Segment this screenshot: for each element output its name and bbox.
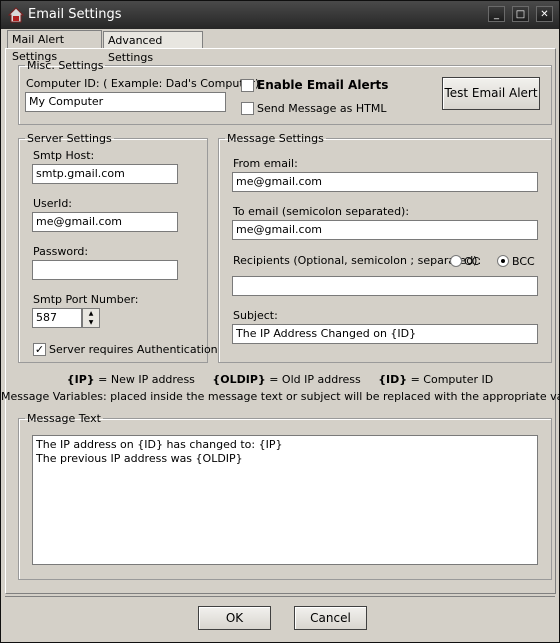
from-email-label: From email: [233,157,298,170]
tab-advanced-settings[interactable]: Advanced Settings [103,31,203,64]
cc-radio[interactable] [450,255,462,267]
server-auth-checkbox[interactable]: ✓ [33,343,46,356]
message-settings-legend: Message Settings [227,132,324,145]
id-token: {ID} [378,373,408,386]
oldip-token: {OLDIP} [212,373,266,386]
minimize-button[interactable]: _ [488,6,505,22]
computer-id-label: Computer ID: ( Example: Dad's Computer) [26,77,260,90]
ip-desc: = New IP address [94,373,195,386]
message-text-area[interactable]: The IP address on {ID} has changed to: {… [32,435,538,565]
test-email-alert-button[interactable]: Test Email Alert [442,77,540,110]
server-settings-legend: Server Settings [27,132,112,145]
title-bar[interactable]: Email Settings _ □ ✕ [1,1,559,29]
button-bar [5,596,555,640]
cc-label: CC [464,255,480,268]
id-desc: = Computer ID [407,373,494,386]
to-email-input[interactable]: me@gmail.com [232,220,538,240]
message-text-legend: Message Text [27,412,101,425]
password-label: Password: [33,245,89,258]
server-auth-label: Server requires Authentication [49,343,218,356]
recipients-input[interactable] [232,276,538,296]
enable-email-alerts-checkbox[interactable] [241,79,254,92]
enable-email-alerts-label: Enable Email Alerts [257,78,389,92]
smtp-port-input[interactable]: 587 [32,308,82,328]
recipients-label: Recipients (Optional, semicolon ; separa… [233,254,482,267]
app-icon [8,7,24,23]
computer-id-input[interactable]: My Computer [25,92,226,112]
subject-label: Subject: [233,309,278,322]
smtp-host-label: Smtp Host: [33,149,95,162]
window-title: Email Settings [28,7,122,22]
ip-token: {IP} [66,373,95,386]
close-button[interactable]: ✕ [536,6,553,22]
variables-legend-line: {IP} = New IP address {OLDIP} = Old IP a… [1,373,559,386]
smtp-port-label: Smtp Port Number: [33,293,139,306]
userid-label: UserId: [33,197,73,210]
email-settings-window: Email Settings _ □ ✕ Mail Alert Settings… [0,0,560,643]
password-input[interactable] [32,260,178,280]
ok-button[interactable]: OK [198,606,271,630]
smtp-host-input[interactable]: smtp.gmail.com [32,164,178,184]
variables-note: Message Variables: placed inside the mes… [1,390,560,403]
bcc-radio[interactable] [497,255,509,267]
oldip-desc: = Old IP address [265,373,361,386]
port-spinner[interactable]: ▲ ▼ [82,308,100,328]
cancel-button[interactable]: Cancel [294,606,367,630]
tab-mail-alert-settings[interactable]: Mail Alert Settings [7,30,102,63]
send-html-checkbox[interactable] [241,102,254,115]
misc-settings-legend: Misc. Settings [27,59,104,72]
bcc-label: BCC [512,255,535,268]
from-email-input[interactable]: me@gmail.com [232,172,538,192]
userid-input[interactable]: me@gmail.com [32,212,178,232]
spin-down-icon[interactable]: ▼ [83,318,99,327]
maximize-button[interactable]: □ [512,6,529,22]
send-html-label: Send Message as HTML [257,102,387,115]
to-email-label: To email (semicolon separated): [233,205,410,218]
subject-input[interactable]: The IP Address Changed on {ID} [232,324,538,344]
spin-up-icon[interactable]: ▲ [83,309,99,318]
